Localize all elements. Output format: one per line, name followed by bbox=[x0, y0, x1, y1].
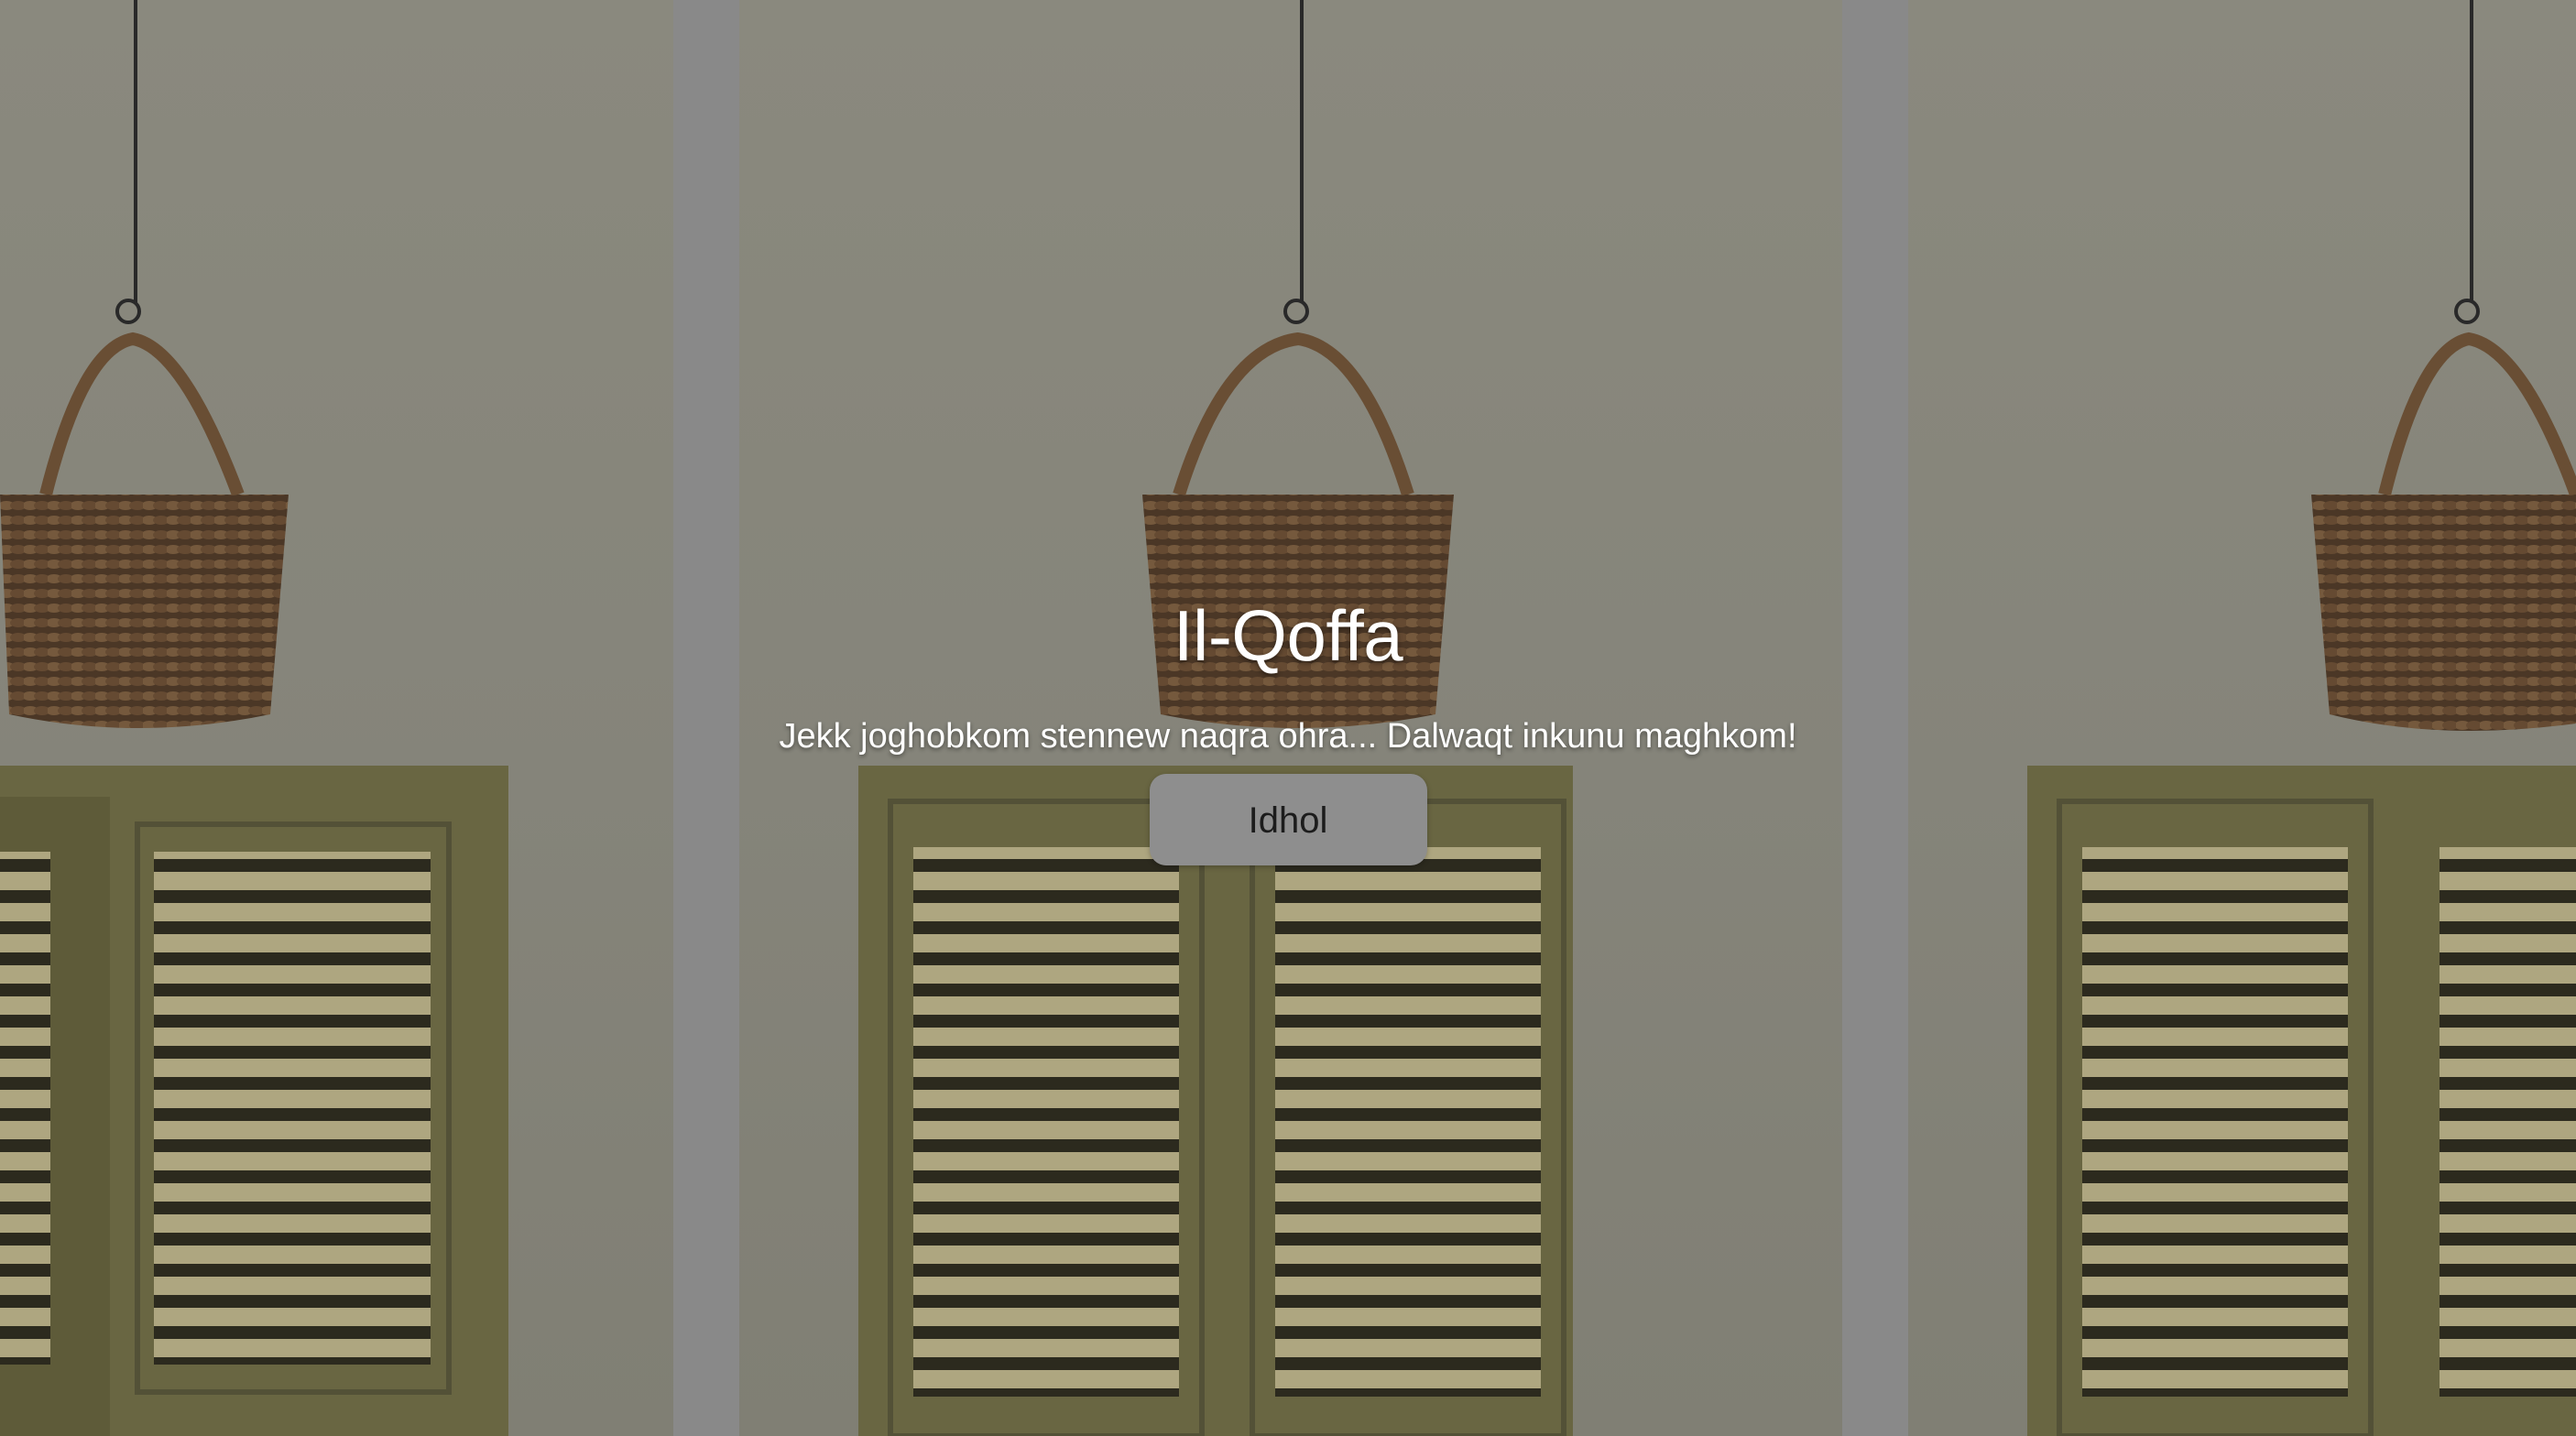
enter-button[interactable]: Idhol bbox=[1149, 774, 1427, 865]
splash-screen: Il-Qoffa Jekk joghobkom stennew naqra oh… bbox=[0, 0, 2576, 1436]
page-title: Il-Qoffa bbox=[1173, 595, 1403, 676]
hero-content: Il-Qoffa Jekk joghobkom stennew naqra oh… bbox=[0, 600, 2576, 865]
page-subtitle: Jekk joghobkom stennew naqra ohra... Dal… bbox=[779, 717, 1797, 756]
